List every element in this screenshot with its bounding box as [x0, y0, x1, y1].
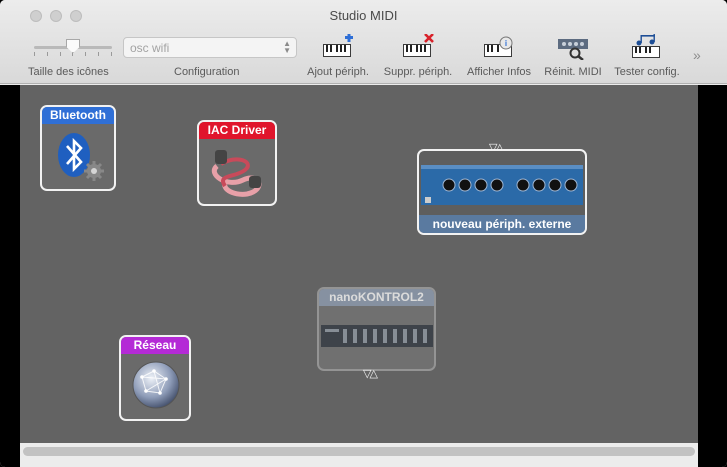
- show-info-button[interactable]: i Afficher Infos: [459, 34, 539, 80]
- test-setup-button[interactable]: Tester config.: [607, 34, 687, 80]
- device-label: Réseau: [121, 337, 189, 354]
- device-label: Bluetooth: [42, 107, 114, 124]
- device-canvas[interactable]: Bluetooth IAC Driver ▽△ nouveau périph. …: [20, 85, 698, 443]
- port-arrows-icon: ▽△: [363, 368, 378, 380]
- window-title: Studio MIDI: [329, 8, 398, 23]
- slider-knob[interactable]: [66, 39, 80, 53]
- remove-device-button[interactable]: Suppr. périph.: [378, 34, 458, 80]
- show-info-label: Afficher Infos: [467, 66, 531, 78]
- device-label: IAC Driver: [199, 122, 275, 139]
- midi-cable-icon: [212, 150, 262, 197]
- add-device-icon: [323, 34, 353, 57]
- midi-interface-icon: [421, 165, 583, 205]
- chevron-updown-icon: ▲ ▼: [283, 39, 291, 55]
- rescan-midi-label: Réinit. MIDI: [544, 66, 602, 78]
- icon-size-label: Taille des icônes: [28, 66, 109, 78]
- device-label: nanoKONTROL2: [319, 289, 434, 306]
- test-setup-icon: [632, 34, 660, 58]
- toolbar: Studio MIDI Taille des icônes osc wifi ▲…: [0, 0, 727, 84]
- midi-studio-window: Studio MIDI Taille des icônes osc wifi ▲…: [0, 0, 727, 467]
- horizontal-scrollbar[interactable]: [23, 447, 695, 456]
- device-external[interactable]: nouveau périph. externe: [417, 149, 587, 235]
- add-device-button[interactable]: Ajout périph.: [298, 34, 378, 80]
- device-iac-driver[interactable]: IAC Driver: [197, 120, 277, 206]
- test-setup-label: Tester config.: [614, 66, 680, 78]
- right-border: [698, 85, 727, 467]
- rescan-midi-button[interactable]: Réinit. MIDI: [533, 34, 613, 80]
- device-label: nouveau périph. externe: [419, 215, 585, 233]
- rescan-midi-icon: [558, 39, 588, 60]
- device-network[interactable]: Réseau: [119, 335, 191, 421]
- midi-controller-icon: [321, 325, 433, 347]
- device-bluetooth[interactable]: Bluetooth: [40, 105, 116, 191]
- svg-text:i: i: [505, 39, 507, 48]
- configuration-select[interactable]: osc wifi ▲ ▼: [123, 37, 297, 58]
- bluetooth-icon: [58, 133, 104, 181]
- remove-device-label: Suppr. périph.: [383, 66, 453, 78]
- device-nanokontrol2[interactable]: nanoKONTROL2: [317, 287, 436, 371]
- info-icon: i: [484, 36, 513, 57]
- left-border: [0, 85, 20, 467]
- horizontal-scrollbar-area: [20, 443, 698, 467]
- remove-device-icon: [403, 34, 434, 57]
- toolbar-overflow-icon[interactable]: »: [693, 47, 701, 63]
- configuration-value: osc wifi: [130, 41, 170, 55]
- add-device-label: Ajout périph.: [307, 66, 369, 78]
- configuration-label: Configuration: [174, 66, 240, 78]
- network-globe-icon: [132, 361, 180, 409]
